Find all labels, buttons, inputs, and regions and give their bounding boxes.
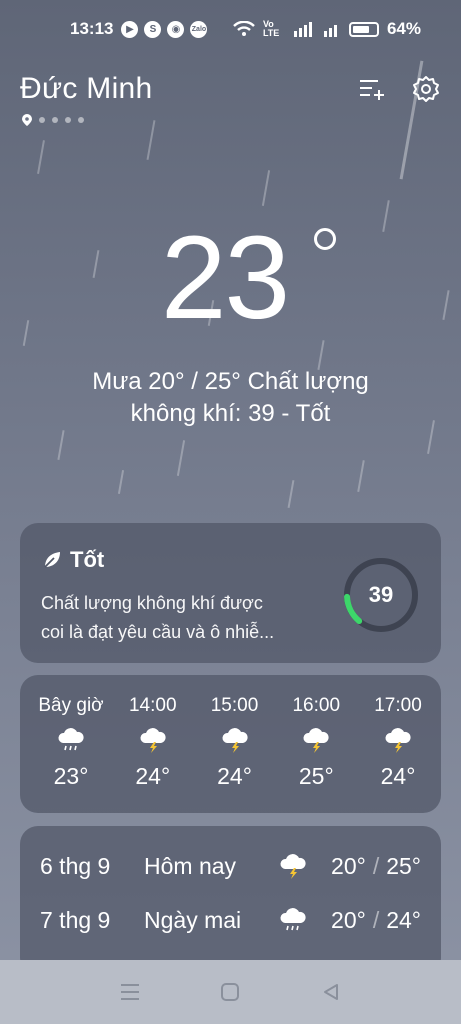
air-quality-card[interactable]: Tốt Chất lượng không khí được coi là đạt… <box>20 523 441 663</box>
location-name[interactable]: Đức Minh <box>20 72 153 106</box>
page-dot <box>39 117 45 123</box>
header: Đức Minh <box>20 72 441 106</box>
aqi-title-text: Tốt <box>70 547 105 572</box>
notification-icons: ▶ S ◉ Zalo <box>121 20 208 38</box>
day-high: 25° <box>386 852 421 879</box>
temperature-value: 23 <box>160 212 290 344</box>
battery-percent: 64% <box>386 19 421 38</box>
day-temp-range: 20° / 25° <box>331 853 421 880</box>
volte-label: Vo LTE <box>262 19 280 38</box>
system-status: Vo LTE 64% <box>233 19 421 39</box>
gear-icon <box>413 76 439 102</box>
hourly-item[interactable]: 17:00 24° <box>361 675 435 813</box>
range-separator: / <box>372 852 380 879</box>
hour-temp: 25° <box>298 763 334 789</box>
signal-icon-2 <box>323 25 337 37</box>
hour-label: 15:00 <box>210 695 259 716</box>
menu-icon <box>121 984 140 1000</box>
battery-icon <box>348 21 379 37</box>
leaf-icon <box>44 552 60 568</box>
hour-label: Bây giờ <box>38 695 104 716</box>
status-bar: 13:13 ▶ S ◉ Zalo Vo LTE 64% <box>0 0 461 58</box>
daily-row[interactable]: 6 thg 9 Hôm nay 20° / 25° <box>40 838 421 894</box>
page-dot <box>65 117 71 123</box>
thunderstorm-icon <box>301 727 331 753</box>
day-temp-range: 20° / 24° <box>331 907 421 934</box>
day-low: 20° <box>331 906 366 933</box>
hourly-item[interactable]: Bây giờ 23° <box>34 675 108 813</box>
page-dot <box>52 117 58 123</box>
day-date: 6 thg 9 <box>40 852 111 879</box>
back-button[interactable] <box>311 972 351 1012</box>
current-temperature: 23 <box>0 210 461 346</box>
aqi-value: 39 <box>368 582 394 607</box>
summary-line-1: Mưa 20° / 25° Chất lượng <box>92 368 369 395</box>
aqi-description-line-1: Chất lượng không khí được <box>41 593 263 613</box>
daily-row[interactable]: 7 thg 9 Ngày mai 20° / 24° <box>40 892 421 948</box>
day-name: Ngày mai <box>144 906 242 933</box>
thunderstorm-icon <box>138 727 168 753</box>
shopee-icon: S <box>144 20 162 38</box>
hour-label: 17:00 <box>374 695 422 716</box>
home-square-icon <box>221 983 240 1001</box>
signal-icon <box>293 22 312 37</box>
youtube-icon: ▶ <box>121 20 139 38</box>
page-dot <box>78 117 84 123</box>
hour-label: 16:00 <box>292 695 341 716</box>
aqi-description-line-2: coi là đạt yêu cầu và ô nhiễ... <box>41 622 275 642</box>
summary-line-2: không khí: 39 - Tốt <box>130 400 331 427</box>
hour-temp: 24° <box>217 763 252 789</box>
page-indicator <box>22 114 84 126</box>
add-location-button[interactable] <box>357 74 387 104</box>
aqi-description: Chất lượng không khí được coi là đạt yêu… <box>41 589 331 647</box>
hour-temp: 24° <box>135 763 171 789</box>
degree-icon <box>314 228 336 250</box>
day-date: 7 thg 9 <box>40 906 111 933</box>
aqi-title: Tốt <box>42 547 104 573</box>
day-name: Hôm nay <box>144 852 237 879</box>
hourly-forecast-card[interactable]: Bây giờ 23° 14:00 24° 15:00 24° 16:00 25… <box>20 675 441 813</box>
browser-icon: ◉ <box>167 20 185 38</box>
back-triangle-icon <box>323 984 338 1000</box>
day-low: 20° <box>331 852 366 879</box>
weather-summary: Mưa 20° / 25° Chất lượng không khí: 39 -… <box>40 366 421 430</box>
wifi-icon <box>233 21 255 36</box>
hour-temp: 24° <box>380 763 416 789</box>
recent-apps-button[interactable] <box>110 972 150 1012</box>
rain-cloud-icon <box>56 727 86 753</box>
thunderstorm-icon <box>383 727 413 753</box>
hour-temp: 23° <box>53 763 89 789</box>
home-button[interactable] <box>210 972 250 1012</box>
day-high: 24° <box>386 906 421 933</box>
range-separator: / <box>372 906 380 933</box>
aqi-gauge: 39 <box>341 555 421 635</box>
hourly-item[interactable]: 14:00 24° <box>116 675 190 813</box>
hourly-item[interactable]: 16:00 25° <box>279 675 353 813</box>
hour-label: 14:00 <box>128 695 177 716</box>
list-add-icon <box>360 80 384 100</box>
zalo-icon: Zalo <box>190 20 208 38</box>
status-time: 13:13 <box>70 19 114 38</box>
navigation-bar <box>0 960 461 1024</box>
thunderstorm-icon <box>272 853 314 879</box>
hourly-item[interactable]: 15:00 24° <box>198 675 272 813</box>
settings-button[interactable] <box>411 74 441 104</box>
location-pin-icon <box>22 114 32 126</box>
daily-forecast-card[interactable]: 6 thg 9 Hôm nay 20° / 25° 7 thg 9 Ngày m… <box>20 826 441 976</box>
thunderstorm-icon <box>220 727 250 753</box>
rain-cloud-icon <box>272 907 314 933</box>
